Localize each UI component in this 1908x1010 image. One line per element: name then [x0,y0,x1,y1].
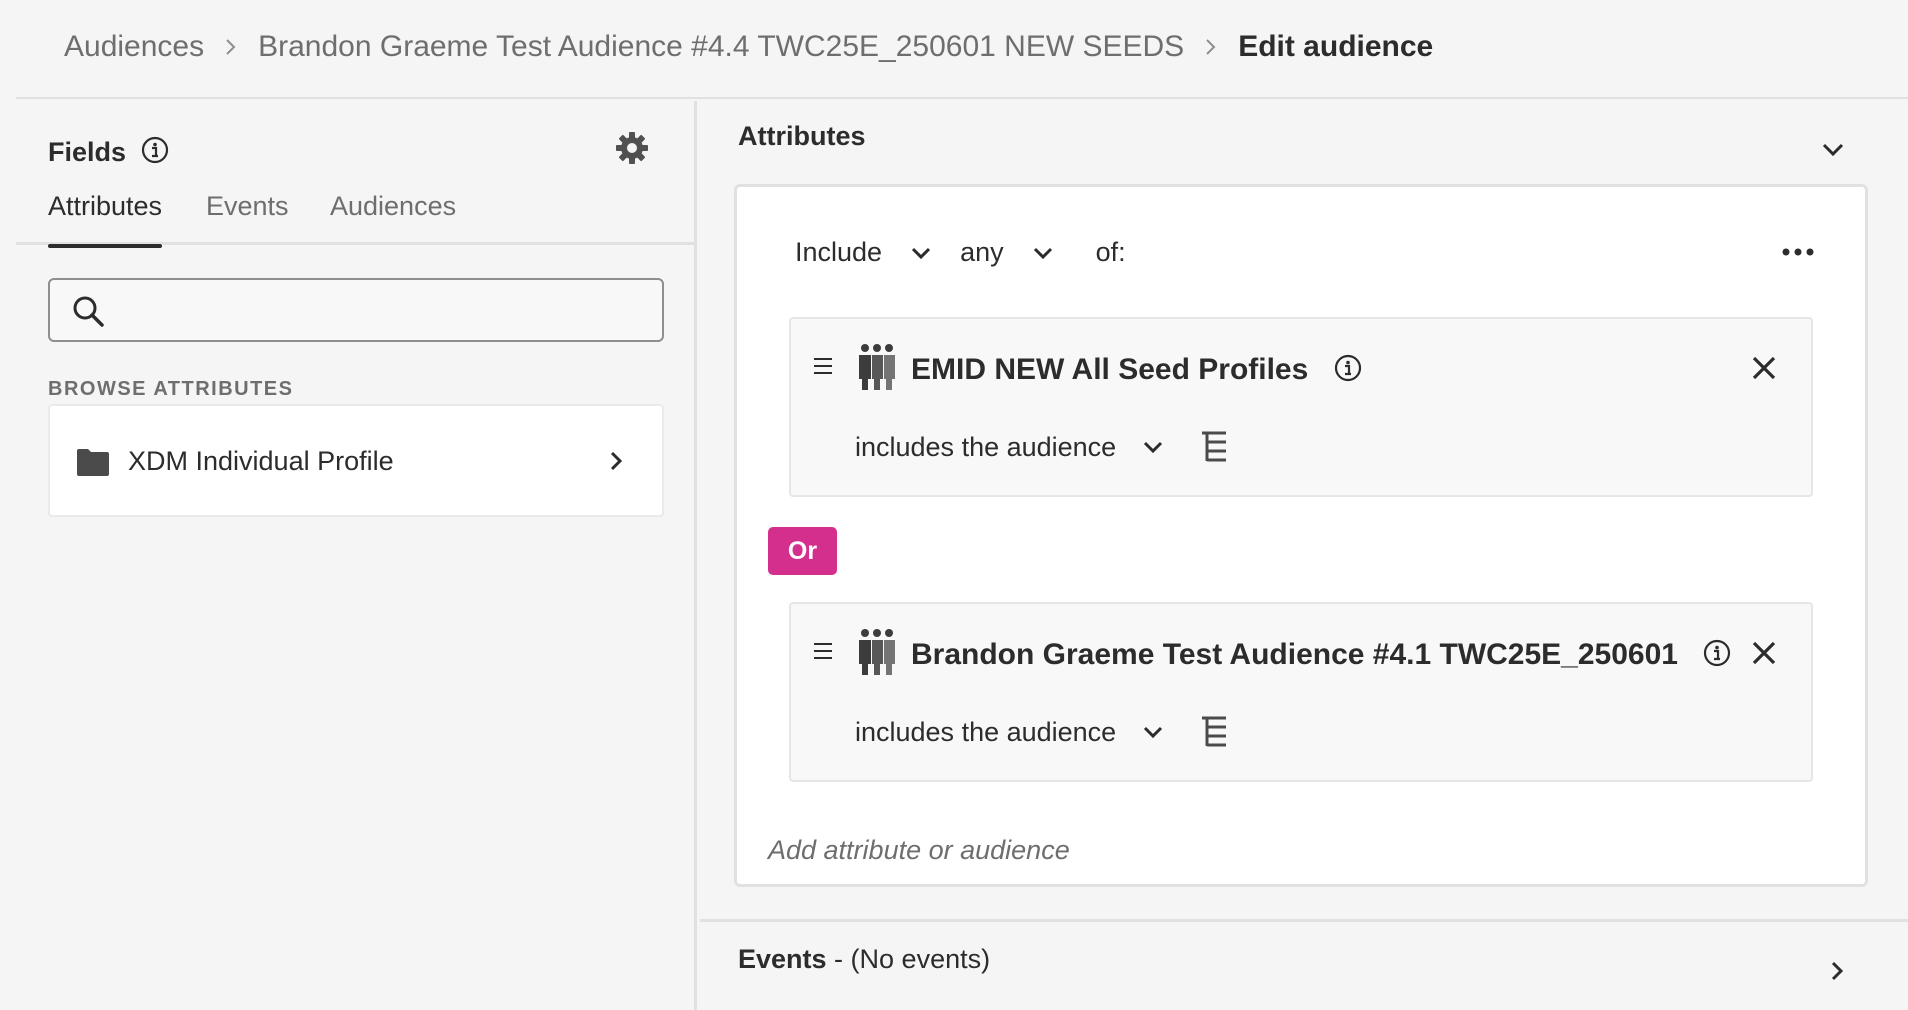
more-options-icon[interactable] [1781,245,1815,257]
match-dropdown[interactable]: any [960,237,1054,268]
chevron-down-icon[interactable] [1142,721,1164,743]
rule-name-text: Brandon Graeme Test Audience #4.1 TWC25E… [911,638,1678,671]
page-header: Audiences Brandon Graeme Test Audience #… [16,0,1908,99]
breadcrumb-current: Edit audience [1238,30,1434,63]
include-dropdown[interactable]: Include [795,237,932,268]
rule-card: EMID NEW All Seed Profiles includes the … [789,317,1813,497]
events-title-label: Events [738,944,827,974]
chevron-right-icon[interactable] [1826,960,1848,982]
rule-operator: includes the audience [855,431,1228,463]
or-connector-badge[interactable]: Or [768,527,837,575]
browse-item-xdm-individual-profile[interactable]: XDM Individual Profile [48,404,664,517]
info-icon[interactable] [1702,638,1732,668]
search-input[interactable] [48,278,664,342]
fields-tabs: Attributes Events Audiences [16,191,697,248]
rule-card: Brandon Graeme Test Audience #4.1 TWC25E… [789,602,1813,782]
tab-events[interactable]: Events [206,191,289,245]
audience-people-icon [857,343,897,391]
breadcrumb-parent-audience[interactable]: Brandon Graeme Test Audience #4.4 TWC25E… [258,30,1184,64]
attributes-section-title: Attributes [738,121,866,151]
chevron-down-icon [912,247,931,259]
logic-row: Include any of: [795,237,1126,268]
tab-audiences[interactable]: Audiences [330,191,456,245]
breadcrumb-audiences[interactable]: Audiences [64,30,204,64]
browse-item-label: XDM Individual Profile [128,446,394,476]
chevron-right-icon [605,450,627,472]
add-attribute-or-audience[interactable]: Add attribute or audience [768,835,1070,866]
operator-dropdown-label[interactable]: includes the audience [855,717,1116,748]
chevron-right-icon [222,38,240,56]
drag-handle-icon[interactable] [813,642,833,660]
operator-dropdown-label[interactable]: includes the audience [855,432,1116,463]
logic-suffix: of: [1095,237,1126,267]
hierarchy-icon[interactable] [1200,431,1228,463]
audience-people-icon [857,628,897,676]
close-icon[interactable] [1751,355,1777,381]
attributes-builder: Include any of: EMID NEW All Seed Profil… [734,184,1868,887]
info-icon[interactable] [140,135,170,165]
info-icon[interactable] [1333,353,1363,383]
chevron-down-icon[interactable] [1142,436,1164,458]
search-icon [70,293,106,329]
events-section[interactable]: Events - (No events) [700,919,1908,1010]
include-dropdown-label: Include [795,237,883,267]
events-section-title: Events - (No events) [738,944,990,975]
rule-builder-panel: Attributes Include any of: EMID NEW All … [700,101,1908,1010]
breadcrumb: Audiences Brandon Graeme Test Audience #… [64,30,1433,64]
fields-title: Fields [48,137,127,167]
events-subtitle: - (No events) [826,944,991,974]
chevron-down-icon[interactable] [1820,137,1846,163]
browse-attributes-label: BROWSE ATTRIBUTES [48,378,294,400]
gear-icon[interactable] [614,130,650,166]
folder-icon [76,447,110,477]
rule-name: Brandon Graeme Test Audience #4.1 TWC25E… [911,638,1732,672]
rule-name: EMID NEW All Seed Profiles [911,353,1363,387]
chevron-down-icon [1033,247,1052,259]
match-dropdown-label: any [960,237,1004,267]
close-icon[interactable] [1751,640,1777,666]
drag-handle-icon[interactable] [813,357,833,375]
chevron-right-icon [1202,38,1220,56]
fields-panel: Fields Attributes Events Audiences BROWS… [16,101,697,1010]
hierarchy-icon[interactable] [1200,716,1228,748]
tab-attributes[interactable]: Attributes [48,191,163,248]
rule-name-text: EMID NEW All Seed Profiles [911,353,1309,386]
rule-operator: includes the audience [855,716,1228,748]
